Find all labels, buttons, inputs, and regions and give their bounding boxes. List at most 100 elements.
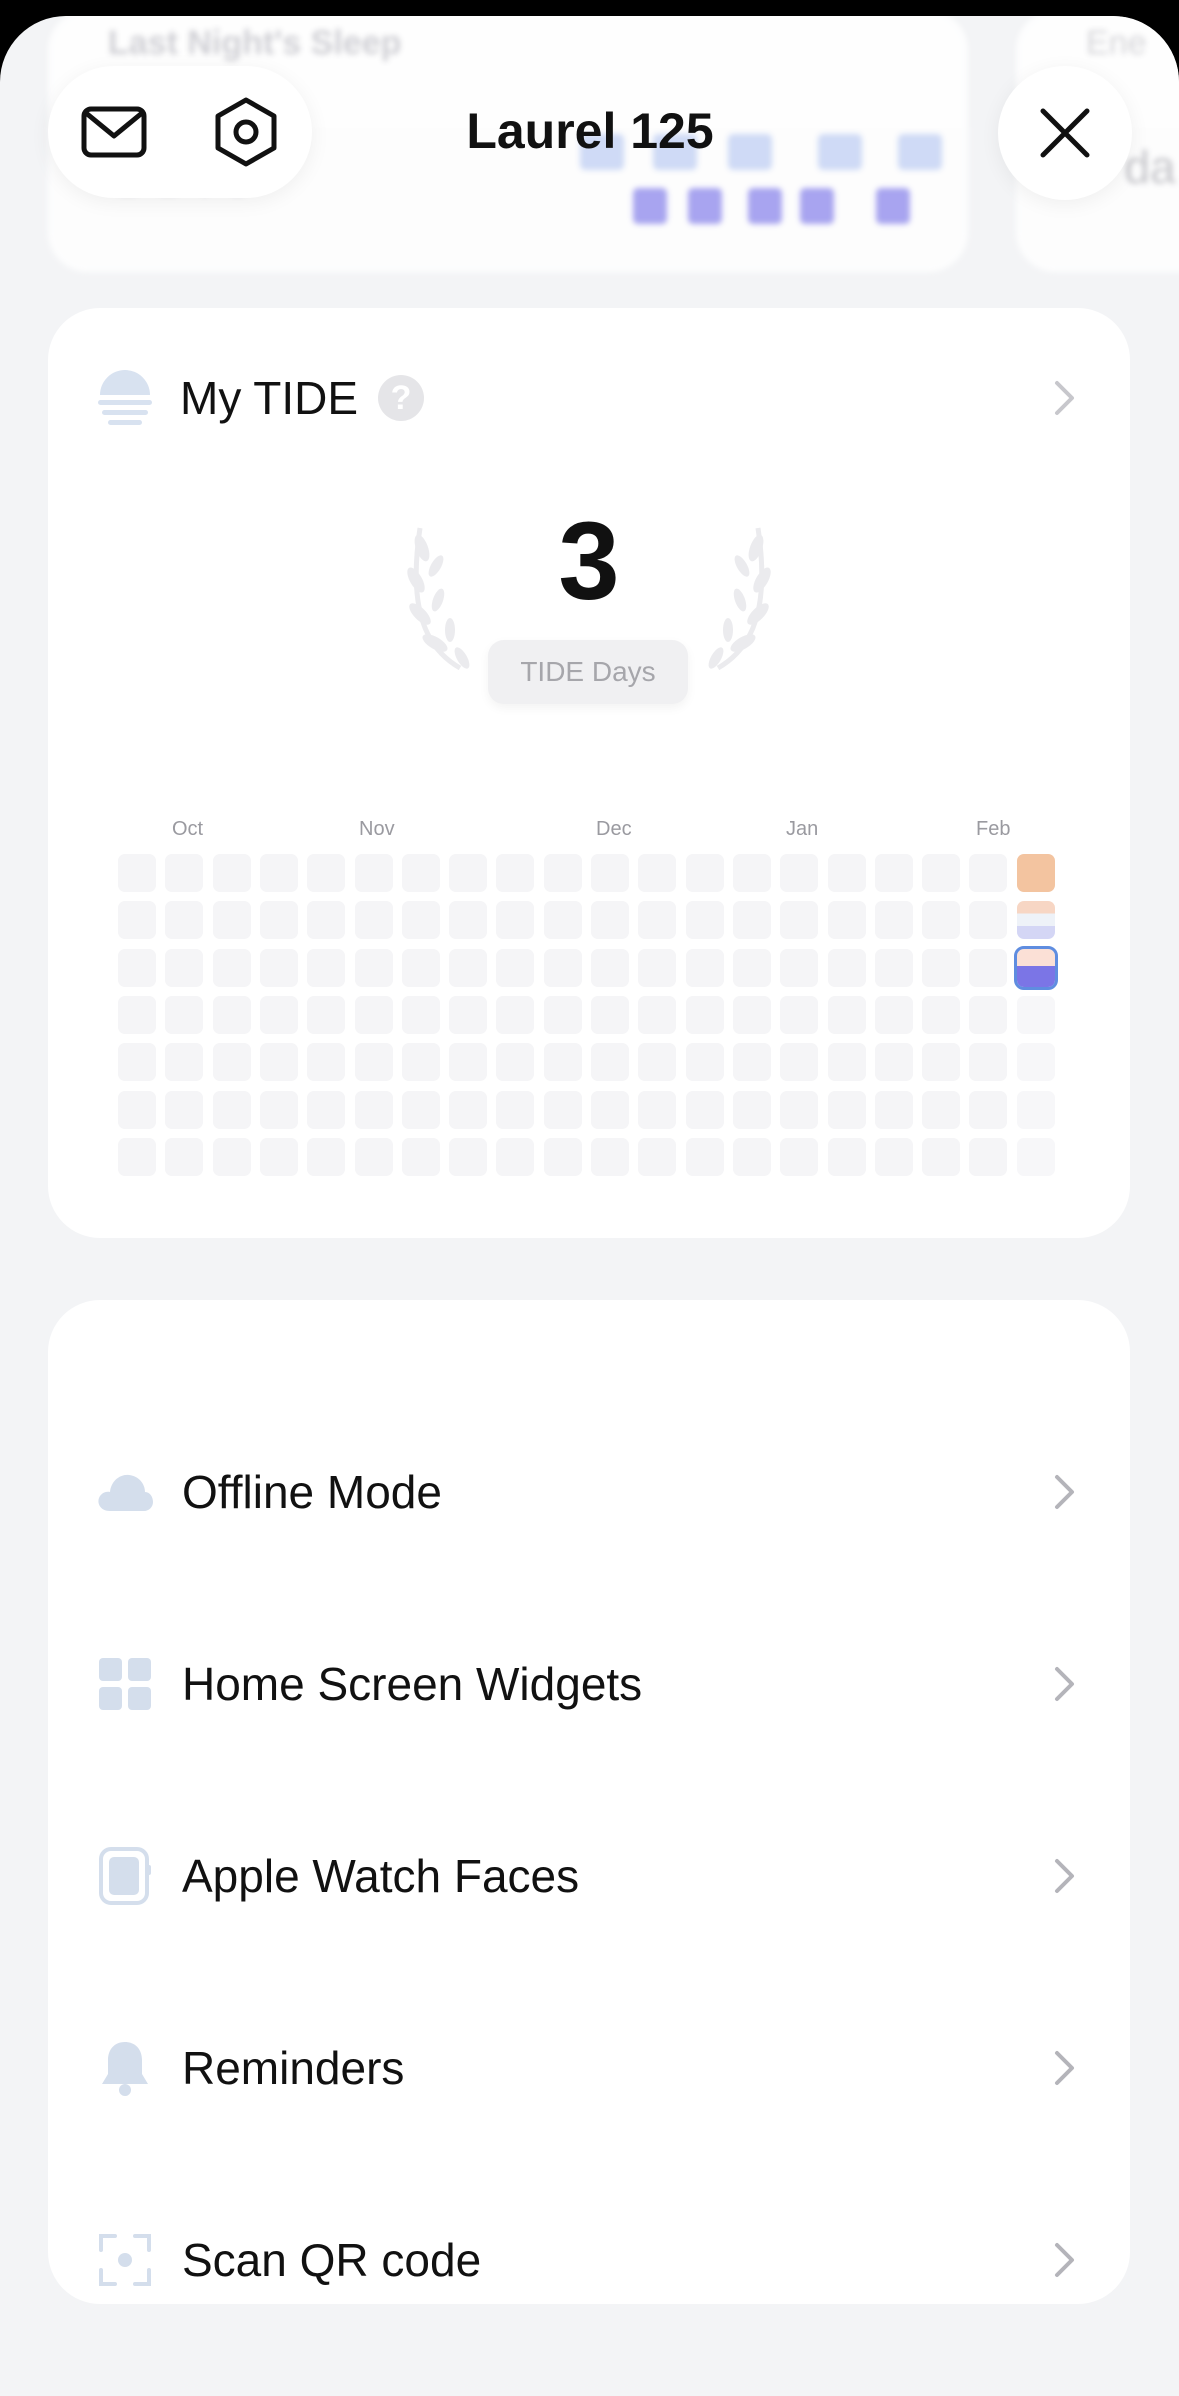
heatmap-cell — [259, 1043, 298, 1082]
heatmap-cell — [638, 948, 677, 987]
heatmap-cell — [449, 1090, 488, 1129]
heatmap-cell — [685, 854, 724, 892]
cloud-icon — [96, 1463, 154, 1521]
close-icon — [1040, 108, 1090, 158]
apple-watch-faces-label: Apple Watch Faces — [182, 1850, 580, 1902]
heatmap-cell — [212, 854, 251, 892]
page-title: Laurel 125 — [466, 103, 714, 159]
heatmap-cell — [969, 1137, 1008, 1176]
heatmap-cell — [212, 948, 251, 987]
heatmap-cell — [1013, 945, 1058, 990]
heatmap-cell — [1016, 1043, 1055, 1082]
heatmap-cell — [212, 901, 251, 940]
heatmap-cell — [922, 854, 961, 892]
chevron-right-icon — [1055, 1475, 1074, 1509]
heatmap-cell — [685, 948, 724, 987]
background-side-title: Ene — [1086, 24, 1147, 62]
bell-icon — [96, 2039, 154, 2097]
heatmap-cell — [1016, 1090, 1055, 1129]
heatmap-cell — [307, 1090, 346, 1129]
heatmap-cell — [1016, 901, 1055, 940]
heatmap-cell — [543, 1043, 582, 1082]
heatmap-cell — [543, 948, 582, 987]
tide-days-badge: TIDE Days — [488, 640, 688, 704]
heatmap-cell — [922, 995, 961, 1034]
heatmap-cell — [212, 995, 251, 1034]
heatmap-cell — [354, 1090, 393, 1129]
heatmap-cell — [827, 1137, 866, 1176]
tide-card[interactable]: My TIDE ? 3 TIDE Days Oct Nov Dec Jan Fe… — [48, 308, 1130, 1238]
heatmap-cell — [922, 1043, 961, 1082]
heatmap-cell — [969, 995, 1008, 1034]
help-icon[interactable]: ? — [378, 375, 425, 421]
heatmap-cell — [496, 995, 535, 1034]
heatmap-cell — [259, 901, 298, 940]
reminders-row[interactable]: Reminders — [96, 2018, 1082, 2118]
heatmap-cell — [874, 948, 913, 987]
heatmap-cell — [449, 854, 488, 892]
heatmap-cell — [401, 995, 440, 1034]
heatmap-cell — [685, 1090, 724, 1129]
month-label: Jan — [786, 818, 819, 840]
heatmap-cell — [591, 901, 629, 940]
heatmap-cell — [401, 901, 440, 940]
heatmap-cell — [685, 901, 724, 940]
heatmap-cell — [449, 1137, 488, 1176]
heatmap-cell — [922, 1137, 961, 1176]
heatmap-cell — [638, 854, 677, 892]
heatmap-cell — [118, 854, 156, 892]
heatmap-cell — [401, 1090, 440, 1129]
reminders-label: Reminders — [182, 2042, 405, 2094]
heatmap-cell — [874, 1090, 913, 1129]
heatmap-cell — [591, 995, 629, 1034]
mail-icon[interactable] — [74, 92, 154, 172]
widgets-icon — [96, 1655, 154, 1713]
heatmap-cell — [259, 1090, 298, 1129]
heatmap-cell — [118, 995, 156, 1034]
close-button[interactable] — [998, 66, 1132, 200]
heatmap-cell — [543, 1137, 582, 1176]
heatmap-cell — [685, 1137, 724, 1176]
apple-watch-faces-row[interactable]: Apple Watch Faces — [96, 1826, 1082, 1926]
heatmap-cell — [165, 1090, 204, 1129]
heatmap-cell — [732, 901, 771, 940]
heatmap-cell — [259, 854, 298, 892]
heatmap-cell — [354, 1043, 393, 1082]
heatmap-cell — [354, 854, 393, 892]
heatmap-cell — [1016, 1137, 1055, 1176]
heatmap-cell — [543, 995, 582, 1034]
heatmap-cell — [874, 854, 913, 892]
offline-mode-label: Offline Mode — [182, 1466, 442, 1518]
heatmap-cell — [543, 901, 582, 940]
heatmap-cell — [496, 948, 535, 987]
chevron-right-icon — [1055, 381, 1074, 415]
heatmap-cell — [732, 854, 771, 892]
offline-mode-row[interactable]: Offline Mode — [96, 1442, 1082, 1542]
heatmap-cell — [401, 948, 440, 987]
heatmap-cell — [307, 995, 346, 1034]
heatmap-cell — [1016, 995, 1055, 1034]
heatmap-cell — [827, 854, 866, 892]
heatmap-cell — [638, 1043, 677, 1082]
chevron-right-icon — [1055, 1667, 1074, 1701]
month-label: Feb — [976, 818, 1011, 840]
home-screen-widgets-row[interactable]: Home Screen Widgets — [96, 1634, 1082, 1734]
heatmap-cell — [780, 854, 819, 892]
heatmap-cell — [496, 1090, 535, 1129]
scan-qr-code-row[interactable]: Scan QR code — [96, 2210, 1082, 2310]
heatmap-cell — [496, 901, 535, 940]
header-actions — [48, 66, 312, 198]
heatmap-cell — [732, 995, 771, 1034]
tide-label: My TIDE — [180, 372, 359, 424]
month-labels: Oct Nov Dec Jan Feb — [48, 818, 1130, 848]
heatmap-cell — [118, 1137, 156, 1176]
heatmap-cell — [165, 995, 204, 1034]
heatmap-cell — [591, 1137, 629, 1176]
heatmap-cell — [874, 901, 913, 940]
heatmap-cell — [1016, 854, 1055, 892]
month-label: Dec — [596, 818, 632, 840]
heatmap-cell — [307, 1137, 346, 1176]
settings-icon[interactable] — [206, 92, 286, 172]
heatmap-cell — [449, 901, 488, 940]
heatmap-cell — [165, 1137, 204, 1176]
